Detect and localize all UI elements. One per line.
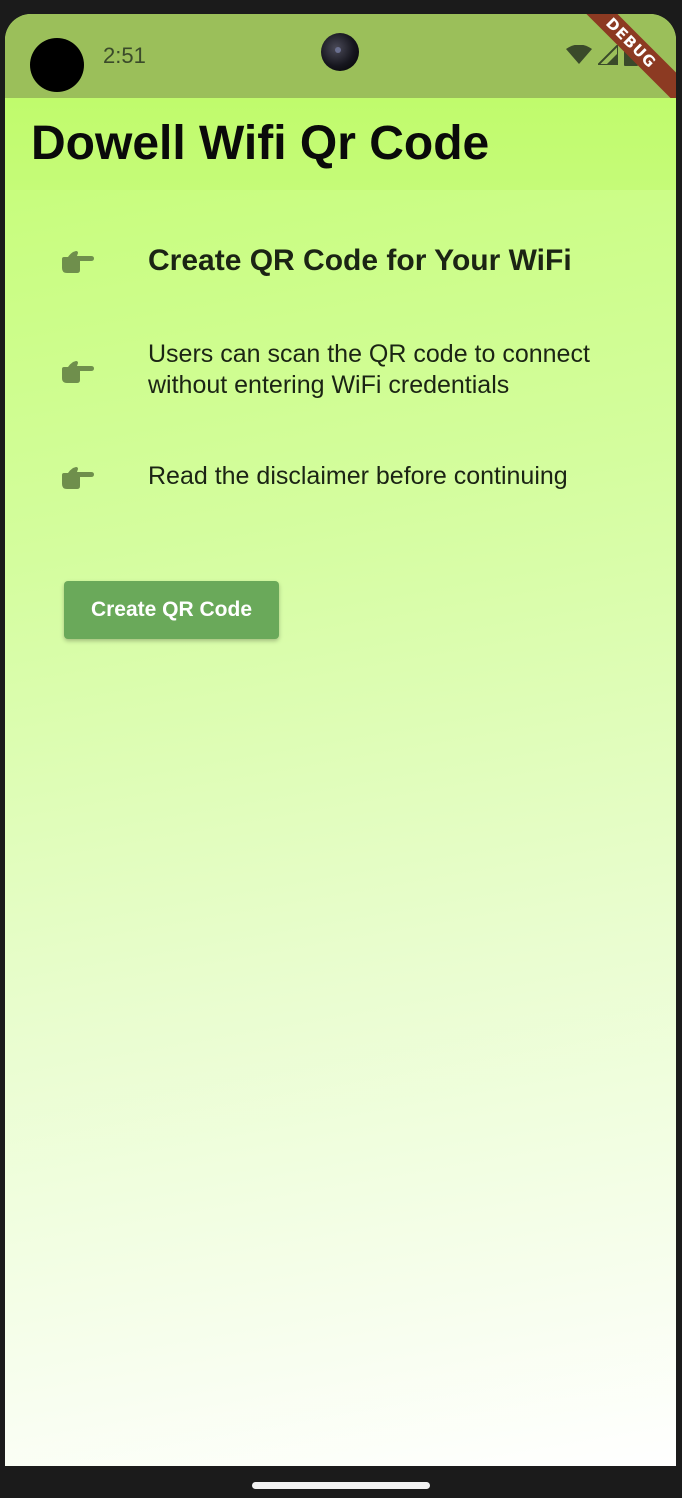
page-title: Dowell Wifi Qr Code bbox=[31, 117, 490, 170]
status-time: 2:51 bbox=[103, 43, 146, 68]
navigation-bar bbox=[0, 1466, 682, 1498]
feature-item: Create QR Code for Your WiFi bbox=[5, 242, 676, 282]
feature-text: Create QR Code for Your WiFi bbox=[148, 244, 572, 277]
create-qr-code-button[interactable]: Create QR Code bbox=[64, 581, 279, 639]
pointing-hand-icon bbox=[62, 251, 94, 273]
home-indicator[interactable] bbox=[252, 1482, 430, 1489]
feature-text: Read the disclaimer before continuing bbox=[148, 462, 568, 490]
wifi-icon bbox=[566, 45, 592, 64]
feature-item: Read the disclaimer before continuing bbox=[5, 458, 676, 498]
app-bar: Dowell Wifi Qr Code bbox=[5, 98, 676, 190]
app-screen: 2:51 DEBUG Dowell Wifi Qr Code Create QR… bbox=[5, 14, 676, 1466]
pointing-hand-icon bbox=[62, 467, 94, 489]
status-bar: 2:51 DEBUG bbox=[5, 14, 676, 111]
device-frame: 2:51 DEBUG Dowell Wifi Qr Code Create QR… bbox=[0, 0, 682, 1498]
signal-icon bbox=[598, 45, 618, 65]
notification-dot bbox=[30, 38, 84, 92]
feature-text: Users can scan the QR code to connect wi… bbox=[148, 340, 590, 399]
front-camera bbox=[321, 33, 359, 71]
feature-item: Users can scan the QR code to connect wi… bbox=[5, 337, 676, 403]
pointing-hand-icon bbox=[62, 361, 94, 383]
